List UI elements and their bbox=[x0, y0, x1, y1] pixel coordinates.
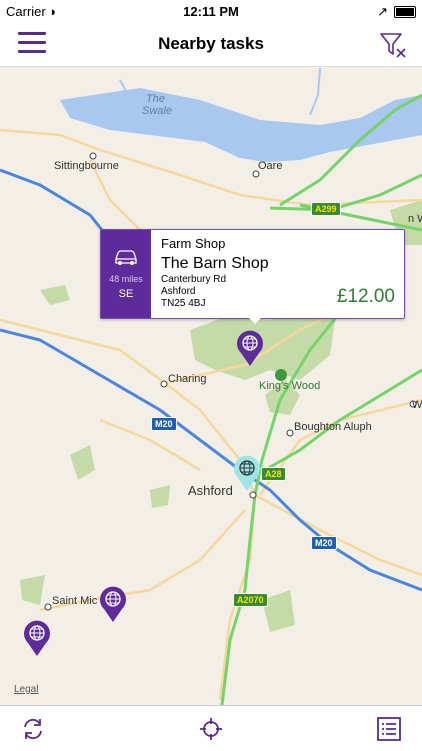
battery-icon bbox=[394, 6, 416, 18]
map-legal-link[interactable]: Legal bbox=[14, 684, 38, 695]
callout-address-line2: Ashford bbox=[161, 286, 196, 297]
task-callout[interactable]: 48 miles SE Farm Shop The Barn Shop Cant… bbox=[100, 229, 405, 324]
task-pin-selected[interactable] bbox=[232, 454, 262, 492]
water-channel-2 bbox=[309, 67, 321, 116]
map-label-town: Charing bbox=[168, 373, 207, 385]
map-label-water: The bbox=[146, 93, 165, 105]
callout-address-line1: Canterbury Rd bbox=[161, 274, 227, 285]
task-pin[interactable] bbox=[98, 585, 128, 623]
locate-me-button[interactable] bbox=[198, 716, 224, 742]
wood-area bbox=[70, 445, 95, 480]
water-area bbox=[60, 88, 422, 162]
road-sign-a28: A28 bbox=[261, 467, 286, 481]
refresh-button[interactable] bbox=[20, 716, 46, 742]
callout-distance: 48 miles bbox=[109, 274, 143, 284]
map-label-town: Boughton Aluph bbox=[294, 421, 372, 433]
place-dot bbox=[249, 491, 257, 499]
filter-clear-icon bbox=[380, 33, 406, 58]
status-time: 12:11 PM bbox=[183, 4, 239, 19]
wood-area bbox=[20, 575, 45, 605]
callout-title: The Barn Shop bbox=[161, 255, 269, 272]
callout-direction: SE bbox=[118, 288, 134, 300]
map-label-town: n W bbox=[408, 213, 422, 225]
map-label-town: W bbox=[412, 399, 422, 411]
map-label-town: Saint Mic bbox=[52, 595, 98, 607]
map-label-town: Sittingbourne bbox=[54, 160, 119, 172]
car-icon bbox=[115, 250, 137, 265]
road-sign-m20: M20 bbox=[151, 417, 177, 431]
place-dot bbox=[44, 603, 52, 611]
map-view[interactable]: The Swale Sittingbourne Oare Charing Kin… bbox=[0, 67, 422, 705]
callout-postcode: TN25 4BJ bbox=[161, 298, 206, 309]
filter-button[interactable] bbox=[378, 30, 408, 60]
map-label-water: Swale bbox=[142, 105, 172, 117]
refresh-icon bbox=[24, 718, 42, 740]
wood-area bbox=[40, 285, 70, 305]
wood-area bbox=[150, 485, 170, 508]
place-dot bbox=[160, 380, 168, 388]
page-title: Nearby tasks bbox=[158, 34, 264, 53]
globe-pin-icon bbox=[237, 330, 263, 366]
map-label-town: Oare bbox=[258, 160, 283, 172]
globe-pin-icon bbox=[234, 455, 260, 491]
list-view-button[interactable] bbox=[376, 716, 402, 742]
map-label-town: Ashford bbox=[188, 483, 233, 498]
bottom-toolbar bbox=[0, 705, 422, 751]
callout-distance-panel: 48 miles SE bbox=[101, 230, 151, 318]
callout-price: £12.00 bbox=[336, 286, 395, 307]
status-right: ↗ bbox=[377, 4, 416, 20]
callout-pointer bbox=[247, 316, 263, 324]
status-bar: Carrier ◗ 12:11 PM ↗ bbox=[0, 0, 422, 22]
road-sign-a2070: A2070 bbox=[233, 593, 268, 607]
place-dot bbox=[286, 429, 294, 437]
task-pin[interactable] bbox=[235, 329, 265, 367]
globe-pin-icon bbox=[100, 586, 126, 622]
road-sign-a299: A299 bbox=[311, 202, 341, 216]
task-pin[interactable] bbox=[22, 619, 52, 657]
navigation-bar: Nearby tasks bbox=[0, 22, 422, 67]
road-sign-m20: M20 bbox=[311, 536, 337, 550]
location-arrow-icon: ↗ bbox=[377, 4, 388, 19]
map-label-park: King's Wood bbox=[259, 380, 321, 392]
place-dot bbox=[89, 152, 97, 160]
a-roads bbox=[220, 93, 422, 705]
globe-pin-icon bbox=[24, 620, 51, 656]
crosshair-icon bbox=[200, 718, 222, 740]
list-icon bbox=[377, 717, 401, 741]
callout-category: Farm Shop bbox=[161, 236, 226, 251]
